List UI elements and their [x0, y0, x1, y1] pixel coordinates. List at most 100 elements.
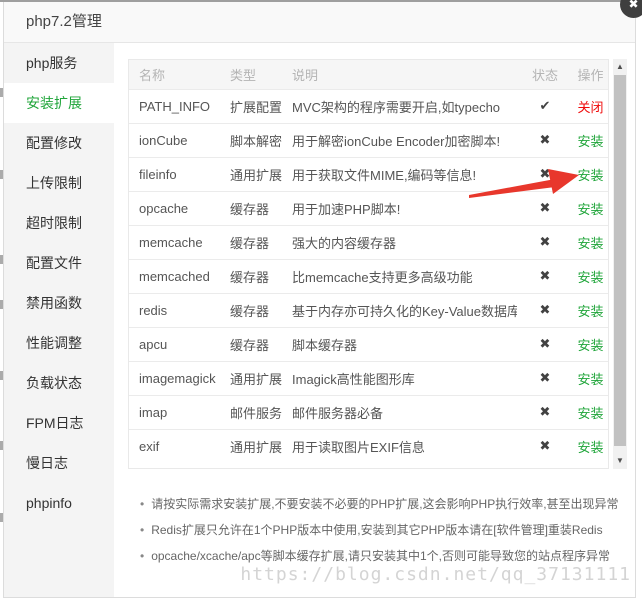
ext-desc: 邮件服务器必备	[282, 395, 517, 429]
sidebar-item-超时限制[interactable]: 超时限制	[4, 203, 114, 243]
ext-desc: 用于加速PHP脚本!	[282, 191, 517, 225]
ext-status-icon: ✖	[517, 123, 573, 157]
ext-type: 缓存器	[220, 293, 282, 327]
sidebar-item-phpinfo[interactable]: phpinfo	[4, 483, 114, 523]
ext-status-icon: ✖	[517, 395, 573, 429]
ext-desc: MVC架构的程序需要开启,如typecho	[282, 89, 517, 123]
bullet-icon: •	[140, 497, 144, 511]
ext-type: 缓存器	[220, 259, 282, 293]
note-item: •请按实际需求安装扩展,不要安装不必要的PHP扩展,这会影响PHP执行效率,甚至…	[140, 491, 619, 517]
ext-name: imagemagick	[129, 361, 220, 395]
ext-type: 缓存器	[220, 327, 282, 361]
ext-action-link[interactable]: 安装	[577, 202, 603, 217]
table-row: apcu 缓存器 脚本缓存器 ✖ 安装	[129, 327, 608, 361]
col-header-desc: 说明	[282, 60, 517, 89]
ext-action-link[interactable]: 安装	[577, 338, 603, 353]
sidebar-item-php服务[interactable]: php服务	[4, 43, 114, 83]
page: ✖ php7.2管理 php服务 安装扩展 配置修改 上传限制 超时限制 配置文…	[0, 0, 642, 598]
table-row: memcache 缓存器 强大的内容缓存器 ✖ 安装	[129, 225, 608, 259]
table-row: PATH_INFO 扩展配置 MVC架构的程序需要开启,如typecho ✔ 关…	[129, 89, 608, 123]
table-row: fileinfo 通用扩展 用于获取文件MIME,编码等信息! ✖ 安装	[129, 157, 608, 191]
ext-action-link[interactable]: 安装	[577, 134, 603, 149]
sidebar-item-负载状态[interactable]: 负载状态	[4, 363, 114, 403]
table-row: imap 邮件服务 邮件服务器必备 ✖ 安装	[129, 395, 608, 429]
col-header-type: 类型	[220, 60, 282, 89]
ext-name: opcache	[129, 191, 220, 225]
col-header-action: 操作	[573, 60, 608, 89]
sidebar-item-配置文件[interactable]: 配置文件	[4, 243, 114, 283]
table-row: ionCube 脚本解密 用于解密ionCube Encoder加密脚本! ✖ …	[129, 123, 608, 157]
ext-name: exif	[129, 429, 220, 463]
note-item: •Redis扩展只允许在1个PHP版本中使用,安装到其它PHP版本请在[软件管理…	[140, 517, 619, 543]
bullet-icon: •	[140, 549, 144, 563]
ext-name: apcu	[129, 327, 220, 361]
table-row: imagemagick 通用扩展 Imagick高性能图形库 ✖ 安装	[129, 361, 608, 395]
ext-name: redis	[129, 293, 220, 327]
ext-action-link[interactable]: 关闭	[577, 100, 603, 115]
ext-type: 脚本解密	[220, 123, 282, 157]
sidebar-item-FPM日志[interactable]: FPM日志	[4, 403, 114, 443]
sidebar-item-慢日志[interactable]: 慢日志	[4, 443, 114, 483]
ext-desc: 用于解密ionCube Encoder加密脚本!	[282, 123, 517, 157]
ext-status-icon: ✖	[517, 225, 573, 259]
ext-name: memcache	[129, 225, 220, 259]
ext-name: memcached	[129, 259, 220, 293]
table-row: exif 通用扩展 用于读取图片EXIF信息 ✖ 安装	[129, 429, 608, 463]
ext-action-link[interactable]: 安装	[577, 440, 603, 455]
ext-action-link[interactable]: 安装	[577, 168, 603, 183]
ext-desc: 比memcache支持更多高级功能	[282, 259, 517, 293]
scrollbar-thumb[interactable]	[614, 75, 626, 446]
ext-action-link[interactable]: 安装	[577, 304, 603, 319]
ext-name: imap	[129, 395, 220, 429]
sidebar: php服务 安装扩展 配置修改 上传限制 超时限制 配置文件 禁用函数 性能调整…	[4, 43, 114, 597]
dialog-title: php7.2管理	[4, 2, 635, 43]
sidebar-item-性能调整[interactable]: 性能调整	[4, 323, 114, 363]
scroll-down-icon[interactable]: ▼	[613, 454, 627, 468]
ext-status-icon: ✖	[517, 327, 573, 361]
ext-status-icon: ✖	[517, 259, 573, 293]
col-header-status: 状态	[517, 60, 573, 89]
ext-type: 邮件服务	[220, 395, 282, 429]
ext-desc: 基于内存亦可持久化的Key-Value数据库	[282, 293, 517, 327]
notes-list: •请按实际需求安装扩展,不要安装不必要的PHP扩展,这会影响PHP执行效率,甚至…	[140, 491, 619, 569]
bullet-icon: •	[140, 523, 144, 537]
ext-status-icon: ✖	[517, 429, 573, 463]
ext-action-link[interactable]: 安装	[577, 406, 603, 421]
ext-name: PATH_INFO	[129, 89, 220, 123]
extensions-table: 名称 类型 说明 状态 操作 PATH_INFO 扩展配置 MVC架构的程序需要…	[128, 59, 609, 469]
ext-name: fileinfo	[129, 157, 220, 191]
ext-desc: 用于读取图片EXIF信息	[282, 429, 517, 463]
ext-type: 通用扩展	[220, 429, 282, 463]
sidebar-item-禁用函数[interactable]: 禁用函数	[4, 283, 114, 323]
sidebar-item-上传限制[interactable]: 上传限制	[4, 163, 114, 203]
ext-desc: Imagick高性能图形库	[282, 361, 517, 395]
ext-action-link[interactable]: 安装	[577, 236, 603, 251]
ext-status-icon: ✔	[517, 89, 573, 123]
watermark: https://blog.csdn.net/qq_37131111	[240, 564, 631, 585]
col-header-name: 名称	[129, 60, 220, 89]
scroll-up-icon[interactable]: ▲	[613, 60, 627, 74]
ext-type: 通用扩展	[220, 361, 282, 395]
sidebar-item-安装扩展[interactable]: 安装扩展	[4, 83, 114, 123]
ext-action-link[interactable]: 安装	[577, 372, 603, 387]
ext-desc: 用于获取文件MIME,编码等信息!	[282, 157, 517, 191]
ext-type: 扩展配置	[220, 89, 282, 123]
ext-type: 缓存器	[220, 225, 282, 259]
sidebar-item-配置修改[interactable]: 配置修改	[4, 123, 114, 163]
ext-name: ionCube	[129, 123, 220, 157]
ext-status-icon: ✖	[517, 191, 573, 225]
table-scrollbar[interactable]: ▲ ▼	[613, 59, 627, 469]
ext-type: 缓存器	[220, 191, 282, 225]
main-panel: 名称 类型 说明 状态 操作 PATH_INFO 扩展配置 MVC架构的程序需要…	[114, 43, 635, 597]
php-manager-dialog: ✖ php7.2管理 php服务 安装扩展 配置修改 上传限制 超时限制 配置文…	[3, 2, 636, 598]
ext-action-link[interactable]: 安装	[577, 270, 603, 285]
ext-desc: 强大的内容缓存器	[282, 225, 517, 259]
ext-desc: 脚本缓存器	[282, 327, 517, 361]
table-header-row: 名称 类型 说明 状态 操作	[129, 60, 608, 89]
table-row: memcached 缓存器 比memcache支持更多高级功能 ✖ 安装	[129, 259, 608, 293]
ext-status-icon: ✖	[517, 361, 573, 395]
ext-status-icon: ✖	[517, 293, 573, 327]
ext-status-icon: ✖	[517, 157, 573, 191]
table-row: opcache 缓存器 用于加速PHP脚本! ✖ 安装	[129, 191, 608, 225]
ext-type: 通用扩展	[220, 157, 282, 191]
